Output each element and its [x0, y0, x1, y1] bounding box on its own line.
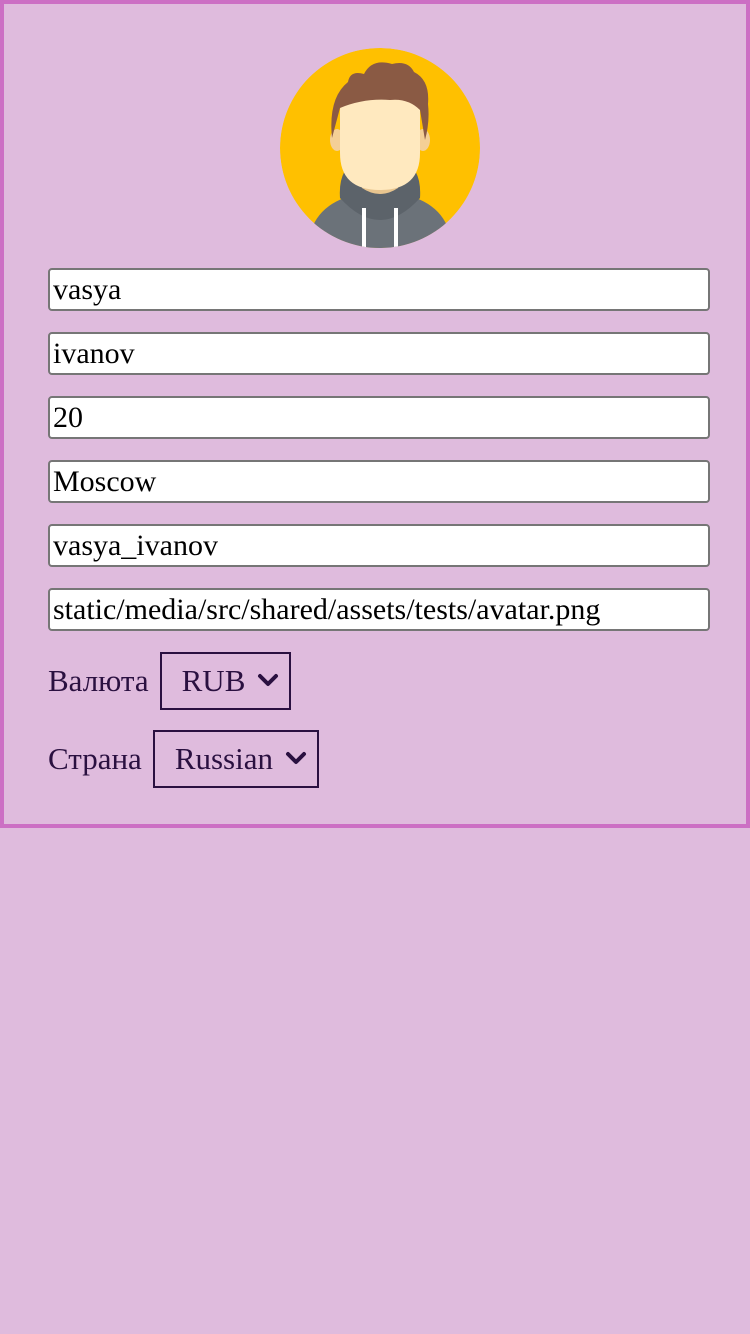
first-name-input[interactable] — [48, 268, 710, 311]
city-input[interactable] — [48, 460, 710, 503]
age-input[interactable] — [48, 396, 710, 439]
currency-label: Валюта — [48, 663, 149, 698]
last-name-input[interactable] — [48, 332, 710, 375]
country-selected-value: Russian — [174, 741, 273, 776]
currency-selected-value: RUB — [181, 663, 246, 698]
country-row: Страна Russian — [48, 730, 319, 788]
currency-select[interactable]: RUB — [159, 652, 292, 710]
country-label: Страна — [48, 741, 142, 776]
user-avatar-icon — [280, 48, 480, 248]
chevron-down-icon — [285, 750, 307, 766]
profile-card: Валюта RUB Страна Russian — [0, 0, 750, 828]
avatar-url-input[interactable] — [48, 588, 710, 631]
currency-row: Валюта RUB — [48, 652, 292, 710]
country-select[interactable]: Russian — [152, 730, 319, 788]
username-input[interactable] — [48, 524, 710, 567]
chevron-down-icon — [257, 672, 279, 688]
